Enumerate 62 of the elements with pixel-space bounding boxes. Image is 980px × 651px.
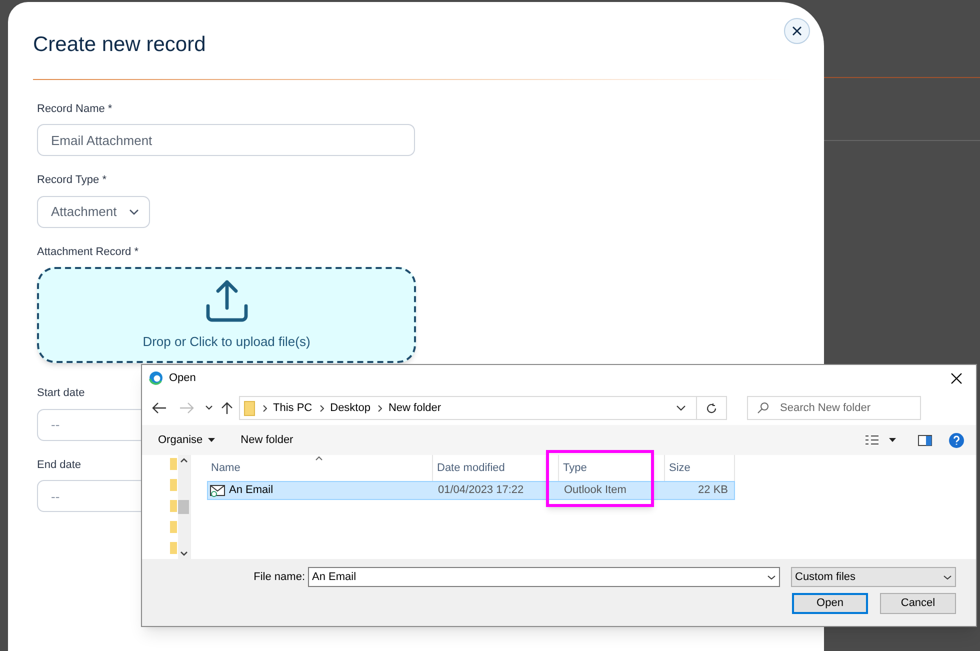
field-label: End date	[37, 458, 82, 472]
dropdown-icon[interactable]	[889, 438, 896, 442]
file-size: 22 KB	[697, 483, 729, 498]
dropdown-icon	[208, 438, 215, 442]
upload-icon	[204, 278, 250, 322]
field-label: Record Name *	[37, 102, 112, 116]
chevron-icon	[767, 574, 776, 580]
breadcrumb[interactable]: New folder	[388, 400, 442, 416]
search-icon	[757, 402, 769, 414]
folder-icon	[170, 479, 177, 491]
breadcrumb[interactable]: Desktop	[330, 400, 370, 416]
view-options-icon[interactable]	[865, 435, 879, 445]
field-label: Record Type *	[37, 173, 107, 188]
file-date: 01/04/2023 17:22	[437, 483, 525, 498]
back-arrow-icon[interactable]	[151, 401, 167, 415]
up-arrow-icon[interactable]	[221, 401, 233, 415]
close-icon	[792, 26, 802, 36]
sort-icon	[315, 456, 323, 461]
open-button[interactable]: Open	[792, 593, 868, 614]
folder-icon	[170, 500, 177, 512]
new-folder-button[interactable]: New folder	[240, 432, 294, 448]
file-type-dropdown[interactable]: Custom files	[791, 567, 956, 587]
chevron-separator-icon	[320, 404, 324, 412]
refresh-icon[interactable]	[706, 402, 717, 414]
field-label: File name:	[254, 570, 305, 585]
text-field[interactable]: Email Attachment	[37, 124, 415, 156]
folder-icon	[170, 458, 177, 470]
cancel-button[interactable]: Cancel	[880, 593, 956, 614]
dialog-title: Open	[169, 370, 196, 386]
close-icon	[950, 372, 962, 384]
app-icon	[149, 371, 163, 385]
preview-pane-icon[interactable]	[918, 434, 932, 446]
file-row[interactable]: An Email 01/04/2023 17:22 Outlook Item 22 KB	[207, 481, 735, 500]
file-name-field[interactable]: An Email	[308, 567, 780, 587]
chevron-icon	[943, 574, 952, 580]
scroll-down-icon[interactable]	[180, 551, 188, 556]
file-name: An Email	[229, 483, 274, 498]
email-icon	[210, 484, 225, 496]
upload-hint: Drop or Click to upload file(s)	[142, 333, 310, 352]
folder-icon	[170, 521, 177, 533]
upload-dropzone[interactable]: Drop or Click to upload file(s)	[37, 267, 416, 363]
scrollbar[interactable]	[178, 455, 190, 559]
modal-title: Create new record	[33, 32, 206, 58]
folder-icon	[244, 400, 255, 416]
field-label: Attachment Record *	[37, 244, 138, 260]
scroll-thumb[interactable]	[178, 500, 190, 514]
folder-icon	[170, 542, 177, 554]
chevron-icon	[129, 208, 139, 214]
search-field[interactable]: Search New folder	[747, 396, 921, 420]
scroll-up-icon[interactable]	[180, 458, 188, 463]
select-field[interactable]: Attachment	[37, 196, 150, 228]
file-type: Outlook Item	[563, 483, 628, 498]
chevron-icon[interactable]	[205, 405, 213, 411]
breadcrumb[interactable]: This PC	[273, 400, 312, 416]
chevron-separator-icon	[263, 404, 267, 412]
field-label: Start date	[37, 386, 85, 401]
address-bar[interactable]: This PC Desktop New folder	[239, 396, 727, 420]
close-button[interactable]	[784, 18, 810, 44]
help-icon[interactable]	[949, 432, 964, 448]
organise-menu[interactable]: Organise	[158, 432, 215, 448]
chevron-separator-icon	[378, 404, 382, 412]
chevron-icon[interactable]	[676, 405, 686, 411]
